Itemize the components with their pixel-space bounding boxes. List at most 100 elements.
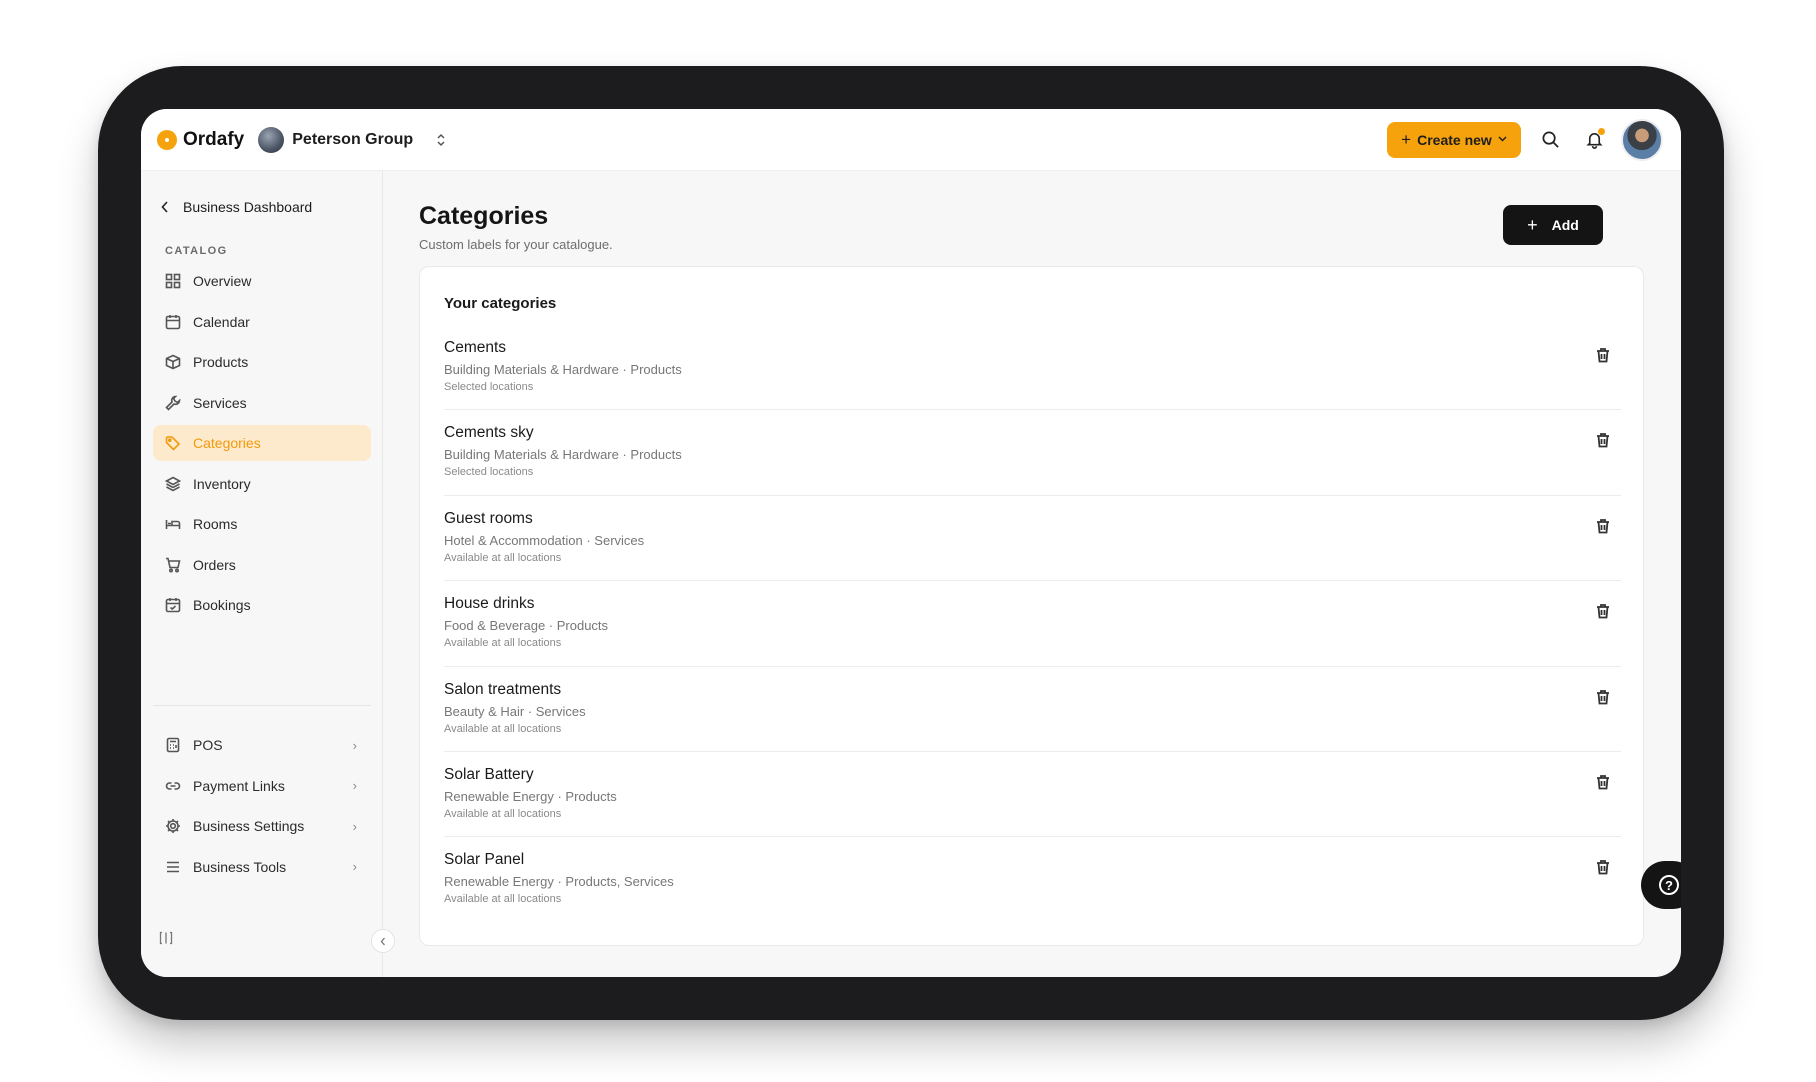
tag-icon <box>165 436 181 451</box>
category-name: Cements <box>444 339 507 356</box>
sidebar-item-label: Payment Links <box>193 777 285 794</box>
back-to-business-dashboard[interactable]: Business Dashboard <box>161 199 312 215</box>
sidebar-item-rooms[interactable]: Rooms <box>153 506 371 542</box>
sidebar-item-label: Rooms <box>193 516 238 532</box>
delete-category-button[interactable] <box>1595 859 1613 877</box>
notifications-button[interactable] <box>1579 125 1609 155</box>
sidebar-divider <box>153 705 371 706</box>
sidebar: Business Dashboard CATALOG Overview Cale… <box>141 171 395 977</box>
link-icon <box>165 781 181 790</box>
sidebar-item-orders[interactable]: Orders <box>153 547 371 583</box>
category-name: Solar Panel <box>444 851 525 869</box>
category-row[interactable]: Cements sky Building Materials & Hardwar… <box>444 410 1621 496</box>
org-switcher[interactable]: Peterson Group <box>258 126 447 153</box>
sidebar-item-products[interactable]: Products <box>153 344 371 380</box>
sidebar-item-label: Services <box>193 394 247 411</box>
sidebar-item-label: Bookings <box>193 597 251 613</box>
search-icon <box>1542 131 1559 148</box>
category-location: Available at all locations <box>444 893 562 906</box>
sidebar-item-label: Orders <box>193 556 236 573</box>
sidebar-item-services[interactable]: Services <box>153 385 371 421</box>
box-icon <box>165 354 181 370</box>
delete-category-button[interactable] <box>1595 432 1613 450</box>
chevron-down-icon <box>1498 134 1507 145</box>
category-meta: Building Materials & Hardware · Products <box>444 362 682 377</box>
category-row[interactable]: Guest rooms Hotel & Accommodation · Serv… <box>444 496 1621 582</box>
sidebar-item-categories[interactable]: Categories <box>153 425 371 461</box>
create-new-button[interactable]: + Create new <box>1387 121 1521 158</box>
user-avatar[interactable] <box>1621 118 1663 161</box>
add-category-button[interactable]: + Add <box>1503 205 1603 245</box>
chevron-right-icon: › <box>352 859 357 874</box>
search-button[interactable] <box>1535 125 1565 155</box>
section-label-catalog: CATALOG <box>165 245 228 257</box>
sidebar-item-overview[interactable]: Overview <box>153 263 371 299</box>
sidebar-item-business-settings[interactable]: Business Settings › <box>153 808 371 844</box>
calendar-check-icon <box>165 598 181 613</box>
category-name: Salon treatments <box>444 680 562 698</box>
category-meta: Renewable Energy · Products, Services <box>444 874 674 890</box>
category-name: Cements sky <box>444 424 534 442</box>
sidebar-item-label: Products <box>193 354 249 370</box>
category-row[interactable]: House drinks Food & Beverage · Products … <box>444 581 1621 667</box>
categories-card: Your categories Cements Building Materia… <box>419 266 1644 946</box>
category-meta: Food & Beverage · Products <box>444 618 609 634</box>
create-new-label: Create new <box>1417 131 1492 148</box>
trash-icon <box>1597 604 1609 619</box>
category-row[interactable]: Cements Building Materials & Hardware · … <box>444 325 1621 411</box>
secondary-nav: POS › Payment Links › Business Settings … <box>153 727 371 889</box>
category-row[interactable]: Solar Battery Renewable Energy · Product… <box>444 752 1621 838</box>
sidebar-item-pos[interactable]: POS › <box>153 727 371 763</box>
bed-icon <box>165 520 181 529</box>
category-meta: Building Materials & Hardware · Products <box>444 447 682 463</box>
delete-category-button[interactable] <box>1595 774 1613 792</box>
delete-category-button[interactable] <box>1595 603 1613 621</box>
category-meta: Hotel & Accommodation · Services <box>444 532 645 548</box>
category-row[interactable]: Salon treatments Beauty & Hair · Service… <box>444 667 1621 752</box>
trash-icon <box>1597 775 1609 790</box>
catalog-nav: Overview Calendar Products Services Cate… <box>153 263 371 628</box>
category-row[interactable]: Solar Panel Renewable Energy · Products,… <box>444 837 1621 922</box>
delete-category-button[interactable] <box>1595 518 1613 536</box>
chevron-left-icon <box>161 201 168 213</box>
category-location: Available at all locations <box>444 637 562 650</box>
trash-icon <box>1597 348 1609 363</box>
trash-icon <box>1597 518 1609 534</box>
card-title: Your categories <box>444 295 557 312</box>
sidebar-item-label: Calendar <box>193 313 250 330</box>
sidebar-item-label: Overview <box>193 273 252 289</box>
device-frame: Ordafy Peterson Group + Create new Busin… <box>98 66 1724 1020</box>
sidebar-item-bookings[interactable]: Bookings <box>153 587 371 623</box>
delete-category-button[interactable] <box>1595 689 1613 707</box>
sidebar-item-label: Business Settings <box>193 818 305 834</box>
plus-icon: + <box>1527 214 1538 235</box>
add-label: Add <box>1551 217 1579 233</box>
sidebar-item-inventory[interactable]: Inventory <box>153 466 371 502</box>
category-location: Selected locations <box>444 466 534 479</box>
category-meta: Renewable Energy · Products <box>444 788 617 804</box>
help-button[interactable]: ? <box>1641 861 1681 909</box>
sidebar-item-label: POS <box>193 737 223 753</box>
plus-icon: + <box>1401 129 1412 149</box>
chevron-right-icon: › <box>352 778 357 793</box>
category-meta: Beauty & Hair · Services <box>444 703 586 719</box>
page-title: Categories <box>419 202 549 230</box>
delete-category-button[interactable] <box>1595 347 1613 365</box>
category-location: Available at all locations <box>444 551 562 564</box>
org-avatar <box>258 126 285 153</box>
sidebar-item-payment-links[interactable]: Payment Links › <box>153 768 371 804</box>
top-actions: + Create new <box>1387 118 1663 161</box>
back-label: Business Dashboard <box>183 199 313 215</box>
sidebar-item-label: Categories <box>193 435 261 451</box>
page-subtitle: Custom labels for your catalogue. <box>419 237 613 252</box>
notification-badge <box>1598 127 1605 135</box>
sidebar-panel-icon[interactable] <box>159 931 173 948</box>
sidebar-item-calendar[interactable]: Calendar <box>153 304 371 340</box>
logo[interactable]: Ordafy <box>157 129 244 151</box>
chevron-right-icon: › <box>352 737 357 753</box>
logo-icon <box>157 129 177 150</box>
app-screen: Ordafy Peterson Group + Create new Busin… <box>141 109 1681 977</box>
cart-icon <box>166 557 181 573</box>
chevron-right-icon: › <box>352 818 357 834</box>
sidebar-item-business-tools[interactable]: Business Tools › <box>153 849 371 885</box>
